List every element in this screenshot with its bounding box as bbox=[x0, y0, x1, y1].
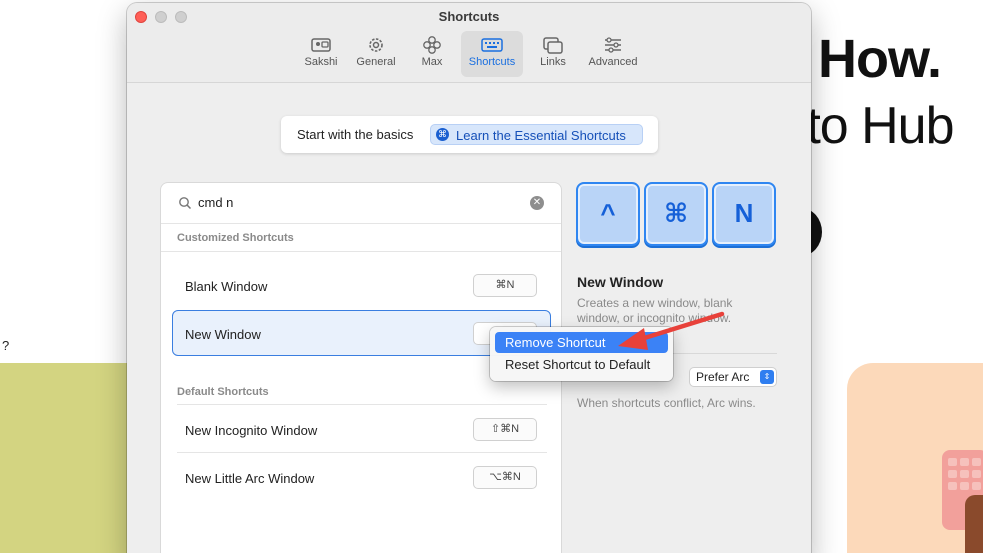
id-card-icon bbox=[311, 38, 331, 52]
tab-label: Sakshi bbox=[304, 56, 338, 68]
key-cap-n: N bbox=[712, 182, 776, 246]
tab-general[interactable]: General bbox=[351, 31, 401, 77]
clear-search-icon[interactable]: ✕ bbox=[530, 196, 544, 210]
search-input[interactable]: cmd n bbox=[198, 195, 233, 210]
hand-illustration-icon bbox=[965, 495, 983, 553]
divider bbox=[161, 251, 561, 252]
tab-max[interactable]: Max bbox=[413, 31, 451, 77]
flower-icon bbox=[423, 36, 441, 54]
windows-icon bbox=[543, 37, 563, 54]
gear-icon bbox=[369, 38, 383, 52]
divider bbox=[161, 223, 561, 224]
divider bbox=[177, 404, 547, 405]
detail-title: New Window bbox=[577, 274, 664, 290]
tab-sakshi[interactable]: Sakshi bbox=[299, 31, 343, 77]
background-green-card bbox=[0, 363, 140, 553]
learn-essential-shortcuts-button[interactable]: ⌘ Learn the Essential Shortcuts bbox=[430, 124, 643, 145]
basics-text: Start with the basics bbox=[297, 127, 414, 142]
divider bbox=[177, 452, 547, 453]
remove-shortcut-menu-item[interactable]: Remove Shortcut bbox=[495, 332, 668, 353]
shortcut-row-label[interactable]: New Window bbox=[185, 327, 261, 342]
tab-advanced[interactable]: Advanced bbox=[583, 31, 643, 77]
context-menu: Remove Shortcut Reset Shortcut to Defaul… bbox=[490, 327, 673, 381]
learn-button-label: Learn the Essential Shortcuts bbox=[456, 128, 626, 143]
section-header-customized: Customized Shortcuts bbox=[177, 232, 294, 244]
tab-shortcuts[interactable]: Shortcuts bbox=[461, 31, 523, 77]
background-subheading: -to Hub bbox=[790, 97, 955, 155]
conflict-note: When shortcuts conflict, Arc wins. bbox=[577, 396, 756, 410]
conflict-preference-select[interactable]: Prefer Arc ⇕ bbox=[689, 367, 777, 387]
detail-description: Creates a new window, blank window, or i… bbox=[577, 296, 733, 325]
shortcut-key-chip[interactable]: ⌥⌘N bbox=[473, 466, 537, 489]
window-titlebar: Shortcuts Sakshi General Max Shortcuts L… bbox=[127, 3, 811, 83]
section-header-default: Default Shortcuts bbox=[177, 386, 269, 398]
search-icon bbox=[179, 197, 192, 210]
key-cap-control: ^ bbox=[576, 182, 640, 246]
tab-label: Advanced bbox=[588, 56, 638, 68]
chevron-updown-icon: ⇕ bbox=[760, 370, 774, 384]
reset-shortcut-menu-item[interactable]: Reset Shortcut to Default bbox=[495, 354, 668, 375]
tab-label: General bbox=[356, 56, 396, 68]
shortcut-key-chip[interactable]: ⌘N bbox=[473, 274, 537, 297]
basics-banner: Start with the basics ⌘ Learn the Essent… bbox=[281, 116, 658, 153]
shortcut-row-label[interactable]: Blank Window bbox=[185, 279, 267, 294]
conflict-select-value: Prefer Arc bbox=[696, 370, 750, 384]
shortcut-key-chip[interactable]: ⇧⌘N bbox=[473, 418, 537, 441]
window-title: Shortcuts bbox=[438, 9, 500, 24]
keyboard-icon bbox=[481, 38, 503, 52]
key-cap-command: ⌘ bbox=[644, 182, 708, 246]
settings-window: Shortcuts Sakshi General Max Shortcuts L… bbox=[127, 3, 811, 553]
shortcuts-pane: Start with the basics ⌘ Learn the Essent… bbox=[127, 83, 811, 553]
background-heading: How. bbox=[818, 29, 942, 89]
shortcut-row-label[interactable]: New Incognito Window bbox=[185, 423, 317, 438]
tab-label: Links bbox=[540, 56, 566, 68]
tab-links[interactable]: Links bbox=[533, 31, 573, 77]
shortcut-row-label[interactable]: New Little Arc Window bbox=[185, 471, 314, 486]
tab-label: Max bbox=[421, 56, 443, 68]
background-stray-text: ? bbox=[2, 338, 10, 353]
tab-label: Shortcuts bbox=[468, 56, 516, 68]
command-icon: ⌘ bbox=[436, 128, 449, 141]
sliders-icon bbox=[605, 37, 621, 53]
